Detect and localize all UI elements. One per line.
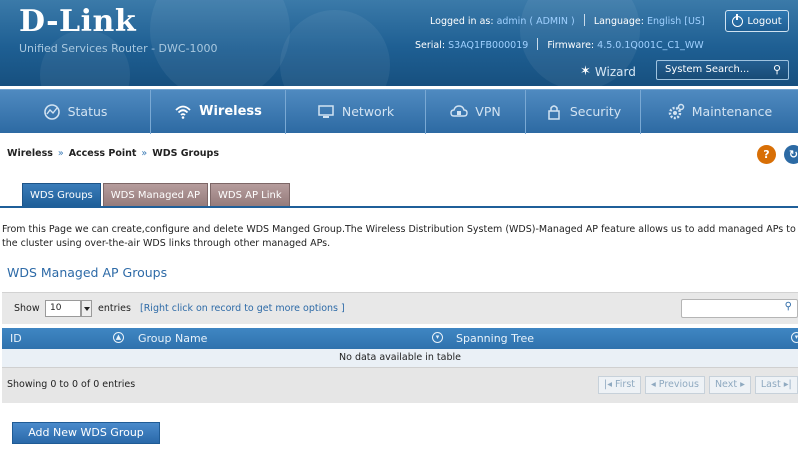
search-icon[interactable]: ⚲ [773,61,781,79]
main-nav: Status Wireless Network VPN Security Mai… [0,89,798,134]
serial-value: S3AQ1FB000019 [448,40,529,51]
breadcrumb-separator: » [57,148,64,159]
page-description: From this Page we can create,configure a… [2,224,796,249]
language-label: Language: [593,16,644,27]
entries-select[interactable]: 10 [45,300,81,317]
vpn-icon [450,104,468,117]
divider [537,38,539,50]
firmware-label: Firmware: [547,40,595,51]
next-page-label: Next [714,379,738,390]
wizard-link[interactable]: ✶ Wizard [580,64,636,79]
table-empty-row: No data available in table [2,349,798,367]
logged-in-user: admin ( ADMIN ) [496,16,575,27]
table-info: Showing 0 to 0 of 0 entries [7,379,136,390]
nav-vpn-label: VPN [475,104,501,119]
first-page-button[interactable]: |◂ First [598,376,641,394]
lock-icon [548,104,560,120]
nav-vpn[interactable]: VPN [425,89,525,134]
device-info: Serial: S3AQ1FB000019 Firmware: 4.5.0.1Q… [415,38,704,51]
breadcrumb-wireless[interactable]: Wireless [7,148,53,159]
first-page-label: First [615,379,635,390]
table-toolbar: Show 10 entries [Right click on record t… [2,292,798,324]
entries-label: entries [98,303,131,314]
tab-wds-managed-ap[interactable]: WDS Managed AP [102,183,209,206]
logout-button[interactable]: Logout [725,10,789,32]
column-spanning-tree[interactable]: Spanning Tree [456,328,534,349]
divider [583,14,585,26]
logout-label: Logout [747,15,782,27]
previous-page-label: Previous [658,379,699,390]
breadcrumb: Wireless » Access Point » WDS Groups [7,148,219,159]
system-search-input[interactable]: System Search... ⚲ [656,60,789,80]
previous-page-button[interactable]: ◂ Previous [645,376,705,394]
decorative-bubble [280,10,390,86]
language-selector[interactable]: English [US] [647,16,705,27]
last-page-button[interactable]: Last ▸| [754,376,798,394]
column-id[interactable]: ID [10,328,22,349]
tab-underline [0,206,798,208]
breadcrumb-access-point[interactable]: Access Point [69,148,137,159]
nav-status[interactable]: Status [0,90,150,134]
search-icon: ⚲ [784,301,792,312]
breadcrumb-separator: » [141,148,148,159]
dlink-logo: D-Link [19,4,137,39]
product-subtitle: Unified Services Router - DWC-1000 [19,42,218,55]
column-group-name[interactable]: Group Name [138,328,207,349]
chevron-down-icon[interactable] [81,300,92,317]
nav-network[interactable]: Network [285,89,425,134]
nav-status-label: Status [67,104,108,119]
table-header: ID ▲ Group Name ▾ Spanning Tree ▾ [2,328,798,349]
power-icon [732,13,744,27]
sort-asc-icon[interactable]: ▲ [113,332,124,343]
nav-wireless[interactable]: Wireless [150,89,285,134]
sort-icon[interactable]: ▾ [432,332,443,343]
login-info: Logged in as: admin ( ADMIN ) Language: … [430,14,705,27]
nav-maintenance[interactable]: Maintenance [640,89,798,134]
section-title: WDS Managed AP Groups [7,265,168,280]
nav-security[interactable]: Security [525,89,640,134]
refresh-icon[interactable]: ↻ [784,145,798,164]
tab-bar: WDS Groups WDS Managed AP WDS AP Link [22,183,290,206]
nav-maintenance-label: Maintenance [691,104,773,119]
nav-network-label: Network [341,104,395,119]
wizard-label: Wizard [594,64,636,79]
wand-icon: ✶ [580,64,591,79]
next-page-button[interactable]: Next ▸ [708,376,751,394]
add-wds-group-button[interactable]: Add New WDS Group [12,422,160,444]
help-icon[interactable]: ? [757,145,776,164]
table-footer: Showing 0 to 0 of 0 entries |◂ First ◂ P… [2,367,798,403]
table-hint: [Right click on record to get more optio… [140,303,345,314]
tab-wds-ap-link[interactable]: WDS AP Link [210,183,290,206]
logged-in-label: Logged in as: [430,16,494,27]
sort-icon[interactable]: ▾ [791,332,798,343]
tab-wds-groups[interactable]: WDS Groups [22,183,101,206]
status-icon [43,103,60,120]
gear-icon [668,103,684,119]
breadcrumb-wds-groups: WDS Groups [152,148,219,159]
last-page-label: Last [760,379,781,390]
serial-label: Serial: [415,40,446,51]
firmware-value: 4.5.0.1Q001C_C1_WW [597,40,704,51]
app-header: D-Link Unified Services Router - DWC-100… [0,0,798,86]
pagination: |◂ First ◂ Previous Next ▸ Last ▸| [598,376,798,394]
nav-wireless-label: Wireless [199,104,262,119]
wifi-icon [175,105,191,119]
system-search-placeholder: System Search... [665,64,750,75]
table-search-input[interactable]: ⚲ [681,299,798,318]
show-label: Show [14,303,40,314]
nav-security-label: Security [569,104,622,119]
network-icon [318,104,334,118]
